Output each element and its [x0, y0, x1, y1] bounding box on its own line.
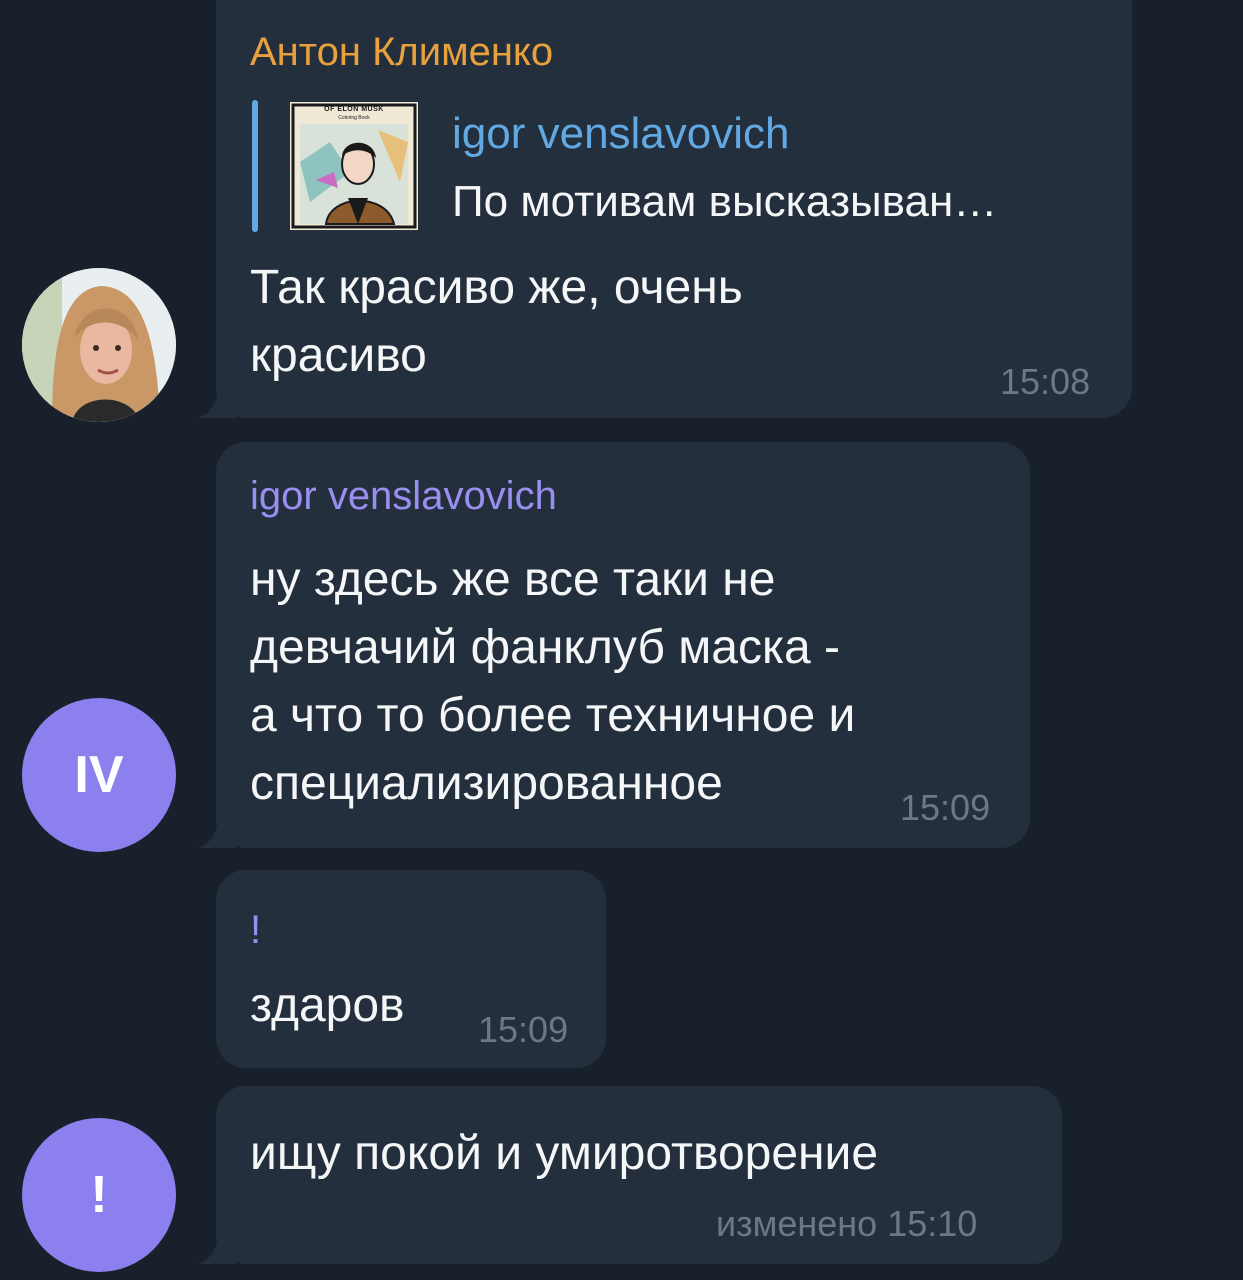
message-text-line: красиво: [250, 329, 427, 382]
message-text-line: девчачий фанклуб маска -: [250, 621, 841, 674]
sender-avatar-initials[interactable]: IV: [22, 698, 176, 852]
message-text-line: специализированное: [250, 757, 723, 810]
reply-thumbnail: OF ELON MUSK Coloring Book: [290, 102, 418, 230]
message-time: 15:09: [900, 787, 991, 828]
message-time: изменено 15:10: [716, 1203, 978, 1244]
message-sender-name[interactable]: !: [250, 906, 261, 954]
message-text-line: Так красиво же, очень: [250, 261, 743, 314]
coloring-book-cover-icon: [290, 102, 418, 230]
avatar-photo-icon: [22, 268, 176, 422]
message-bubble[interactable]: ищу покой и умиротворение изменено 15:10: [216, 1086, 1062, 1264]
message-time: 15:09: [478, 1009, 569, 1050]
message-bubble[interactable]: ! здаров 15:09: [216, 870, 606, 1068]
message-bubble[interactable]: igor venslavovich ну здесь же все таки н…: [216, 442, 1030, 848]
sender-avatar-photo[interactable]: [22, 268, 176, 422]
reply-preview[interactable]: OF ELON MUSK Coloring Book igor venslavo…: [252, 100, 1112, 232]
message-text-line: здаров: [250, 979, 405, 1032]
message-text-line: а что то более техничное и: [250, 689, 856, 742]
reply-text: По мотивам высказыван…: [452, 177, 998, 226]
message-bubble[interactable]: Антон Клименко OF ELON MUSK Coloring Boo…: [216, 0, 1132, 418]
message-sender-name[interactable]: igor venslavovich: [250, 472, 557, 520]
sender-avatar-initials[interactable]: !: [22, 1118, 176, 1272]
reply-author: igor venslavovich: [452, 109, 790, 158]
thumbnail-subtitle: Coloring Book: [338, 115, 370, 121]
chat-history: Антон Клименко OF ELON MUSK Coloring Boo…: [0, 0, 1243, 1280]
thumbnail-title: OF ELON MUSK: [324, 106, 384, 113]
message-text-line: ищу покой и умиротворение: [250, 1127, 879, 1180]
message-time: 15:08: [1000, 361, 1091, 402]
reply-bar: [252, 100, 258, 232]
message-sender-name[interactable]: Антон Клименко: [250, 28, 553, 76]
message-text-line: ну здесь же все таки не: [250, 553, 776, 606]
